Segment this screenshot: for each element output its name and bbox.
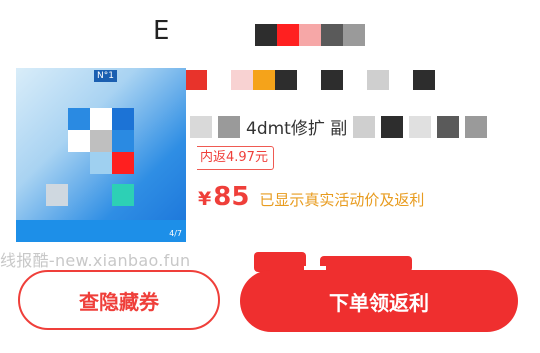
mosaic-tile: [90, 108, 112, 130]
mosaic-tile: [381, 115, 404, 138]
mosaic-tile: [112, 184, 134, 206]
price-note: 已显示真实活动价及返利: [259, 191, 425, 209]
product-thumbnail[interactable]: N°1 4/7: [16, 68, 186, 242]
price-row: ¥85 已显示真实活动价及返利: [198, 182, 424, 212]
book-label: N°1: [94, 70, 117, 82]
red-blob: [254, 252, 306, 272]
order-rebate-button[interactable]: 下单领返利: [240, 266, 518, 332]
hidden-coupon-button[interactable]: 查隐藏券: [18, 270, 220, 330]
currency-symbol: ¥: [198, 188, 212, 210]
mosaic-tile: [112, 130, 134, 152]
mosaic-tile: [465, 115, 488, 138]
mosaic-tile: [90, 130, 112, 152]
coupon-tag: 内返4.97元: [197, 146, 274, 170]
title-glyph: E: [153, 16, 170, 46]
pixel-mosaic-title: [255, 24, 365, 46]
mosaic-tile: [112, 108, 134, 130]
mosaic-tile: [190, 115, 212, 138]
mosaic-tile: [218, 115, 240, 138]
notch: [304, 266, 326, 270]
mosaic-tile: [409, 115, 432, 138]
price: ¥85: [198, 182, 249, 212]
watermark: 线报酷-new.xianbao.fun: [0, 251, 191, 270]
order-button-label: 下单领返利: [329, 290, 429, 315]
mosaic-tile: [68, 130, 90, 152]
subtitle-text: 4dmt修扩 副: [246, 119, 348, 139]
mosaic-tile: [68, 108, 90, 130]
mosaic-tile: [353, 115, 376, 138]
price-value: 85: [213, 182, 250, 212]
thumbnail-base: [16, 220, 186, 242]
mosaic-tile: [90, 152, 112, 174]
mosaic-tile: [437, 115, 460, 138]
mosaic-tile: [112, 152, 134, 174]
corner-tag: 4/7: [169, 229, 182, 238]
product-subtitle: 4dmt修扩 副: [190, 114, 488, 139]
mosaic-tile: [46, 184, 68, 206]
